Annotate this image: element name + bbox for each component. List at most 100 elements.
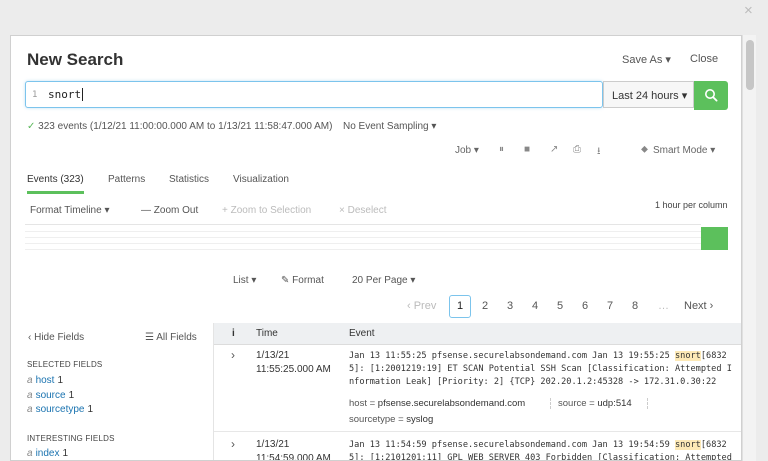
raw-line: 5]: [1:2101201:11] GPL WEB_SERVER 403 Fo… <box>349 453 732 461</box>
vertical-scrollbar[interactable] <box>742 35 756 461</box>
print-icon[interactable]: ⎙ <box>573 144 581 155</box>
timeline-column-bar[interactable] <box>701 227 728 250</box>
pause-icon[interactable]: ⏸ <box>499 144 504 155</box>
pagination-next[interactable]: Next › <box>684 300 713 323</box>
export-icon[interactable]: ⭳ <box>597 144 601 161</box>
event-count-status: ✓ 323 events (1/12/21 11:00:00.000 AM to… <box>27 121 332 132</box>
per-page-menu[interactable]: 20 Per Page ▾ <box>352 275 415 286</box>
event-sampling-menu[interactable]: No Event Sampling ▾ <box>343 121 436 132</box>
pagination-page[interactable]: 3 <box>507 300 513 323</box>
deselect-button[interactable]: × Deselect <box>339 205 387 216</box>
format-label: Format <box>292 275 324 286</box>
list-icon: ☰ <box>145 332 154 343</box>
stop-icon[interactable]: ■ <box>524 144 530 155</box>
timeline-scale-label: 1 hour per column <box>655 200 728 210</box>
field-type-icon: a <box>27 390 33 401</box>
mode-pin-icon: ⬥ <box>641 144 648 155</box>
field-name: source <box>35 390 66 401</box>
zoom-to-selection-button[interactable]: + Zoom to Selection <box>222 205 311 216</box>
event-clock: 11:55:25.000 AM <box>256 364 331 375</box>
pagination-prev[interactable]: ‹ Prev <box>407 300 436 323</box>
pencil-icon: ✎ <box>281 275 290 286</box>
field-count: 1 <box>62 448 69 459</box>
field-value-host[interactable]: host = pfsense.securelabsondemand.com <box>349 398 525 409</box>
all-fields-button[interactable]: ☰ All Fields <box>145 332 197 343</box>
tab-visualization[interactable]: Visualization <box>233 174 289 185</box>
event-raw: Jan 13 11:54:59 pfsense.securelabsondema… <box>349 439 732 461</box>
pagination-page[interactable]: 8 <box>632 300 638 323</box>
field-type-icon: a <box>27 375 33 386</box>
hide-fields-button[interactable]: ‹ Hide Fields <box>28 332 84 343</box>
search-term-highlight: snort <box>674 440 701 450</box>
event-count-text: 323 events (1/12/21 11:00:00.000 AM to 1… <box>38 121 333 132</box>
expand-row-icon[interactable]: › <box>231 437 235 451</box>
expand-row-icon[interactable]: › <box>231 348 235 362</box>
event-clock: 11:54:59.000 AM <box>256 453 331 461</box>
field-host[interactable]: a host 1 <box>27 375 63 386</box>
info-column-icon: i <box>232 328 235 339</box>
field-count: 1 <box>68 390 75 401</box>
pagination-page[interactable]: 5 <box>557 300 563 323</box>
kv-separator <box>550 398 551 409</box>
field-value-sourcetype[interactable]: sourcetype = syslog <box>349 414 433 425</box>
search-term-highlight: snort <box>674 351 701 361</box>
search-icon <box>705 89 718 102</box>
job-menu[interactable]: Job ▾ <box>455 145 479 156</box>
row-divider <box>214 431 741 432</box>
field-sourcetype[interactable]: a sourcetype 1 <box>27 404 93 415</box>
field-value-source[interactable]: source = udp:514 <box>558 398 632 409</box>
field-source[interactable]: a source 1 <box>27 390 74 401</box>
column-event[interactable]: Event <box>349 328 375 339</box>
pagination-page[interactable]: 6 <box>582 300 588 323</box>
list-view-menu[interactable]: List ▾ <box>233 275 256 286</box>
pagination-page[interactable]: 2 <box>482 300 488 323</box>
format-timeline-menu[interactable]: Format Timeline ▾ <box>30 205 109 216</box>
event-raw: Jan 13 11:55:25 pfsense.securelabsondema… <box>349 350 732 389</box>
pagination-page[interactable]: 4 <box>532 300 538 323</box>
interesting-fields-header: INTERESTING FIELDS <box>27 434 115 443</box>
line-number: 1 <box>32 90 38 100</box>
tab-patterns[interactable]: Patterns <box>108 174 145 185</box>
tab-statistics[interactable]: Statistics <box>169 174 209 185</box>
field-count: 1 <box>87 404 94 415</box>
field-name: host <box>35 375 55 386</box>
search-button[interactable] <box>694 81 728 110</box>
save-as-menu[interactable]: Save As ▾ <box>622 53 671 66</box>
events-table-header <box>214 323 741 345</box>
column-time[interactable]: Time <box>256 328 278 339</box>
event-date: 1/13/21 <box>256 350 290 361</box>
pagination-page[interactable]: 7 <box>607 300 613 323</box>
field-name: sourcetype <box>35 404 85 415</box>
timeline-chart[interactable] <box>25 224 701 252</box>
format-menu[interactable]: ✎ Format <box>281 275 324 286</box>
field-count: 1 <box>57 375 64 386</box>
event-time: 1/13/21 11:55:25.000 AM <box>256 349 331 377</box>
page-title: New Search <box>27 50 124 69</box>
search-mode-menu[interactable]: Smart Mode ▾ <box>653 145 715 156</box>
field-type-icon: a <box>27 448 33 459</box>
event-time: 1/13/21 11:54:59.000 AM <box>256 438 331 461</box>
raw-line: nformation Leak] [Priority: 2] {TCP} 202… <box>349 377 717 387</box>
search-input[interactable]: 1 snort <box>25 81 603 108</box>
check-icon: ✓ <box>27 121 36 132</box>
pagination-ellipsis: … <box>658 300 669 312</box>
raw-line: 5]: [1:2001219:19] ET SCAN Potential SSH… <box>349 364 732 374</box>
share-icon[interactable]: ↗ <box>550 144 558 155</box>
time-range-picker[interactable]: Last 24 hours ▾ <box>603 81 694 108</box>
zoom-out-button[interactable]: — Zoom Out <box>141 205 198 216</box>
raw-line: Jan 13 11:54:59 pfsense.securelabsondema… <box>349 440 727 450</box>
event-date: 1/13/21 <box>256 439 290 450</box>
search-query[interactable]: snort <box>48 88 84 101</box>
field-name: index <box>35 448 60 459</box>
kv-separator <box>647 398 648 409</box>
tab-events[interactable]: Events (323) <box>27 174 84 194</box>
overlay-close-icon[interactable]: × <box>744 2 753 19</box>
close-button[interactable]: Close <box>690 53 718 65</box>
search-window: New Search Save As ▾ Close 1 snort Last … <box>10 35 742 461</box>
pagination-page[interactable]: 1 <box>449 295 471 318</box>
scrollbar-thumb[interactable] <box>746 40 754 90</box>
field-index[interactable]: a index 1 <box>27 448 68 459</box>
raw-line: Jan 13 11:55:25 pfsense.securelabsondema… <box>349 351 727 361</box>
selected-fields-header: SELECTED FIELDS <box>27 360 103 369</box>
all-fields-label: All Fields <box>156 332 197 343</box>
